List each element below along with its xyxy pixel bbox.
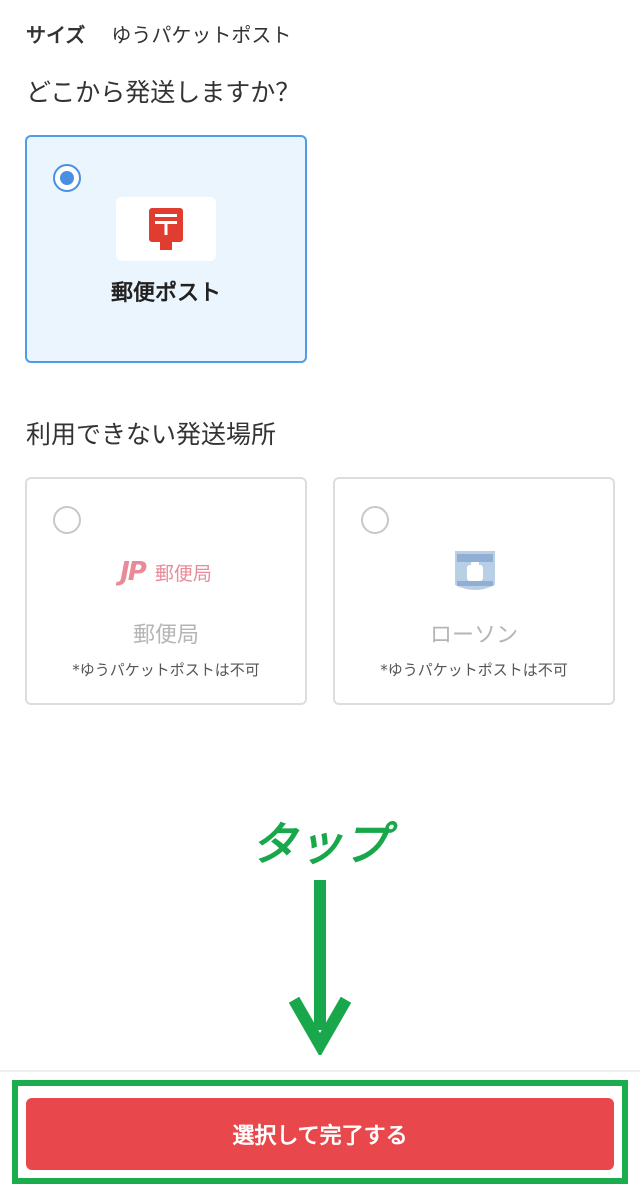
option-lawson-label: ローソン xyxy=(429,623,518,648)
footer-divider xyxy=(0,1070,640,1072)
tap-annotation: タップ xyxy=(251,817,389,871)
option-post-office-label: 郵便局 xyxy=(132,623,199,648)
japan-post-logo: JP 郵便局 xyxy=(27,557,305,587)
japan-post-logo-mark: JP xyxy=(120,557,147,587)
option-lawson-radio xyxy=(361,506,389,534)
option-post-office-radio xyxy=(53,506,81,534)
unavailable-title: 利用できない発送場所 xyxy=(26,420,277,449)
option-lawson-card: ローソン *ゆうパケットポストは不可 xyxy=(333,477,615,705)
size-row: サイズ ゆうパケットポスト xyxy=(26,18,291,48)
post-box-icon xyxy=(116,197,216,261)
arrow-down-icon xyxy=(288,880,352,1055)
option-post-office-note: *ゆうパケットポストは不可 xyxy=(72,661,260,679)
option-post-office-card: JP 郵便局 郵便局 *ゆうパケットポストは不可 xyxy=(25,477,307,705)
select-complete-button[interactable]: 選択して完了する xyxy=(26,1098,614,1170)
japan-post-logo-text: 郵便局 xyxy=(154,562,212,585)
page: サイズ ゆうパケットポスト どこから発送しますか？ 郵便ポスト 利用できない発送… xyxy=(0,0,640,1188)
size-label: サイズ xyxy=(26,22,86,47)
size-value: ゆうパケットポスト xyxy=(111,22,292,47)
question-title: どこから発送しますか？ xyxy=(26,78,301,107)
option-post-box-label: 郵便ポスト xyxy=(110,281,221,306)
option-post-box-radio[interactable] xyxy=(53,164,81,192)
option-lawson-note: *ゆうパケットポストは不可 xyxy=(380,661,568,679)
option-post-box-card[interactable]: 郵便ポスト xyxy=(25,135,307,363)
lawson-logo xyxy=(455,551,495,590)
